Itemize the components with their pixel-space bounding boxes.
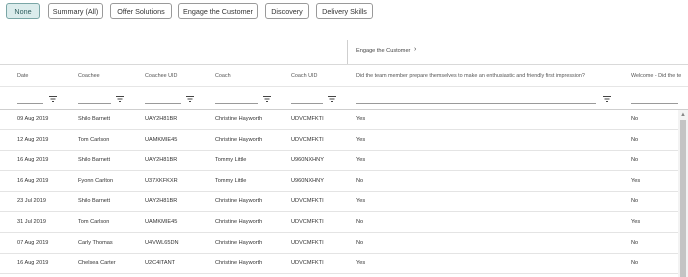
cell-coach: Christine Hayworth [215,219,263,225]
scroll-up-icon[interactable]: ▲ [680,112,686,118]
cell-welcome: No [631,198,639,205]
header-row-divider [0,86,688,87]
group-header-label: Engage the Customer [356,48,411,54]
filter-input-first-impression[interactable] [356,91,596,104]
cell-coachee: Tom Carlson [78,136,110,143]
cell-coachee-uid: U2C4ITANT [145,260,176,267]
cell-coachee: Chelsea Carter [78,260,116,267]
cell-first-impression: Yes [356,116,366,122]
filter-input-welcome[interactable] [631,91,678,104]
cell-date: 16 Aug 2019 [17,177,49,184]
cell-coachee-uid: U4VWL65DN [145,239,179,246]
tab-summary-all[interactable]: Summary (All) [48,3,103,19]
cell-welcome: Yes [631,177,641,184]
cell-welcome: Yes [631,219,641,225]
cell-coachee: Tom Carlson [78,219,110,225]
cell-first-impression: Yes [356,157,366,164]
cell-date: 16 Aug 2019 [17,260,49,267]
tab-delivery-skills[interactable]: Delivery Skills [316,3,373,19]
cell-coachee: Carly Thomas [78,239,113,246]
cell-coach-uid: UDVCMFKTI [291,136,324,143]
cell-coachee-uid: UAMKMIE45 [145,136,178,143]
cell-coach: Tommy Little [215,177,247,184]
cell-coachee: Shilo Barnett [78,198,111,205]
cell-first-impression: No [356,239,364,246]
tab-offer-solutions[interactable]: Offer Solutions [110,3,172,19]
col-header-coachee[interactable]: Coachee [78,73,100,79]
tab-engage-the-customer[interactable]: Engage the Customer [178,3,258,19]
cell-coachee-uid: UAMKMIE45 [145,219,178,225]
filter-input-coachee[interactable] [78,91,111,104]
cell-coachee-uid: U37XKFKXR [145,177,178,184]
cell-coach-uid: U960NXHNY [291,177,324,184]
cell-date: 31 Jul 2019 [17,219,46,225]
cell-welcome: No [631,260,639,267]
cell-coach-uid: UDVCMFKTI [291,198,324,205]
cell-first-impression: Yes [356,136,366,143]
col-header-coach[interactable]: Coach [215,73,231,79]
cell-coach-uid: UDVCMFKTI [291,260,324,267]
cell-date: 16 Aug 2019 [17,157,49,164]
cell-coachee: Shilo Barnett [78,157,111,164]
filter-icon[interactable] [263,96,271,103]
cell-first-impression: Yes [356,198,366,205]
cell-coach-uid: U960NXHNY [291,157,324,164]
col-header-date[interactable]: Date [17,73,28,79]
filter-input-coach[interactable] [215,91,258,104]
filter-icon[interactable] [116,96,124,103]
cell-coachee-uid: UAY2H81BR [145,157,178,164]
cell-coachee-uid: UAY2H81BR [145,198,178,205]
scrollbar-thumb[interactable] [680,120,686,277]
cell-coach-uid: UDVCMFKTI [291,219,324,225]
cell-welcome: No [631,239,639,246]
table-row[interactable]: 31 Jul 2019 Tom Carlson UAMKMIE45 Christine… [0,213,688,233]
cell-date: 23 Jul 2019 [17,198,46,205]
filter-input-coach-uid[interactable] [291,91,323,104]
cell-date: 09 Aug 2019 [17,116,49,122]
tab-discovery[interactable]: Discovery [265,3,309,19]
tab-bar: None Summary (All) Offer Solutions Engag… [0,0,688,30]
table-row[interactable]: 16 Aug 2019 Fyonn Carlton U37XKFKXR Tommy L… [0,172,688,192]
col-header-coach-uid[interactable]: Coach UID [291,73,317,79]
table-row[interactable]: 09 Aug 2019 Shilo Barnett UAY2H81BR Christi… [0,110,688,130]
cell-coach: Tommy Little [215,157,247,164]
col-header-first-impression[interactable]: Did the team member prepare themselves t… [356,73,585,79]
filter-icon[interactable] [186,96,194,103]
chevron-right-icon[interactable]: › [414,46,416,53]
cell-first-impression: No [356,177,364,184]
cell-first-impression: Yes [356,260,366,267]
table-row[interactable]: 07 Aug 2019 Carly Thomas U4VWL65DN Christin… [0,234,688,254]
table-row[interactable]: 12 Aug 2019 Tom Carlson UAMKMIE45 Christine… [0,131,688,151]
cell-coachee: Shilo Barnett [78,116,111,122]
tab-none[interactable]: None [6,3,40,19]
vertical-scrollbar[interactable]: ▲ [678,110,688,277]
cell-welcome: No [631,157,639,164]
column-group-header[interactable]: Engage the Customer › [347,40,688,64]
table-row[interactable]: 16 Aug 2019 Chelsea Carter U2C4ITANT Christ… [0,254,688,275]
cell-coachee: Fyonn Carlton [78,177,114,184]
cell-coach: Christine Hayworth [215,198,263,205]
filter-icon[interactable] [328,96,336,103]
cell-coach: Christine Hayworth [215,239,263,246]
col-header-coachee-uid[interactable]: Coachee UID [145,73,177,79]
filter-icon[interactable] [603,96,611,103]
filter-input-coachee-uid[interactable] [145,91,181,104]
table-row[interactable]: 16 Aug 2019 Shilo Barnett UAY2H81BR Tommy L… [0,151,688,172]
cell-date: 12 Aug 2019 [17,136,49,143]
header-divider [0,64,688,65]
cell-coach: Christine Hayworth [215,260,263,267]
filter-input-date[interactable] [17,91,43,104]
cell-coach: Christine Hayworth [215,116,263,122]
cell-coach: Christine Hayworth [215,136,263,143]
cell-first-impression: No [356,219,364,225]
cell-coach-uid: UDVCMFKTI [291,116,324,122]
cell-date: 07 Aug 2019 [17,239,49,246]
cell-welcome: No [631,136,639,143]
cell-coachee-uid: UAY2H81BR [145,116,178,122]
cell-welcome: No [631,116,639,122]
filter-icon[interactable] [49,96,57,103]
table-row[interactable]: 23 Jul 2019 Shilo Barnett UAY2H81BR Christi… [0,192,688,213]
col-header-welcome[interactable]: Welcome - Did the te [631,73,681,79]
cell-coach-uid: UDVCMFKTI [291,239,324,246]
